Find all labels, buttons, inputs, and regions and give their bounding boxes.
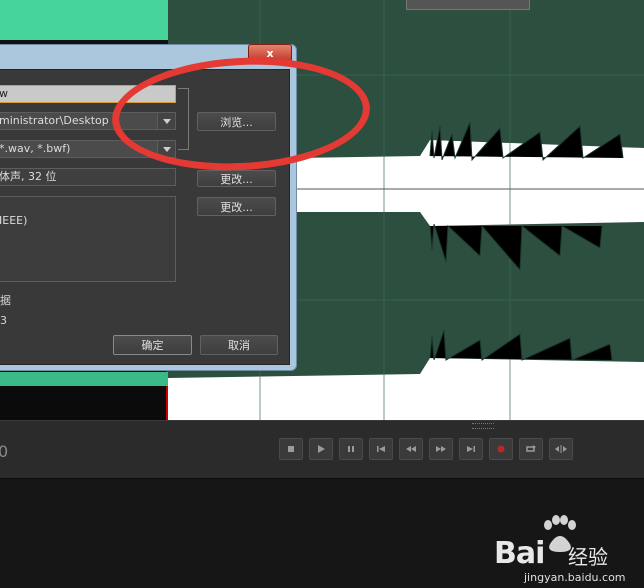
pause-icon bbox=[348, 446, 354, 452]
format-value: *.wav, *.bwf) bbox=[0, 142, 71, 155]
panel-resize-grip[interactable] bbox=[472, 423, 494, 429]
skip-icon bbox=[555, 445, 567, 453]
change-format-settings-button[interactable]: 更改... bbox=[197, 197, 276, 216]
goto-end-button[interactable] bbox=[459, 438, 483, 460]
change-sample-type-button[interactable]: 更改... bbox=[197, 170, 276, 187]
include-metadata-label[interactable]: 据 bbox=[0, 292, 11, 308]
cancel-button[interactable]: 取消 bbox=[200, 335, 278, 355]
time-display: 0 bbox=[0, 442, 9, 461]
loop-icon bbox=[526, 445, 536, 452]
format-settings-box: IEEE) bbox=[0, 196, 176, 282]
fast-forward-icon bbox=[436, 446, 446, 452]
goto-end-icon bbox=[467, 446, 475, 452]
ok-button[interactable]: 确定 bbox=[113, 335, 192, 355]
record-icon bbox=[497, 445, 505, 453]
play-icon bbox=[318, 445, 325, 453]
stop-icon bbox=[288, 446, 294, 452]
record-button[interactable] bbox=[489, 438, 513, 460]
fast-forward-button[interactable] bbox=[429, 438, 453, 460]
play-button[interactable] bbox=[309, 438, 333, 460]
rewind-icon bbox=[406, 446, 416, 452]
watermark-url: jingyan.baidu.com bbox=[524, 571, 626, 584]
stop-button[interactable] bbox=[279, 438, 303, 460]
rewind-button[interactable] bbox=[399, 438, 423, 460]
sample-type-field: 体声, 32 位 bbox=[0, 168, 176, 186]
goto-start-button[interactable] bbox=[369, 438, 393, 460]
file-size-text: 3 bbox=[0, 314, 7, 327]
goto-start-icon bbox=[377, 446, 385, 452]
pause-button[interactable] bbox=[339, 438, 363, 460]
format-settings-text: IEEE) bbox=[0, 214, 28, 227]
skip-button[interactable] bbox=[549, 438, 573, 460]
watermark-suffix: 经验 bbox=[568, 545, 608, 569]
loop-button[interactable] bbox=[519, 438, 543, 460]
time-marker-tab[interactable] bbox=[406, 0, 530, 10]
watermark-brand: Bai bbox=[494, 536, 545, 571]
location-value: ministrator\Desktop bbox=[0, 114, 109, 127]
